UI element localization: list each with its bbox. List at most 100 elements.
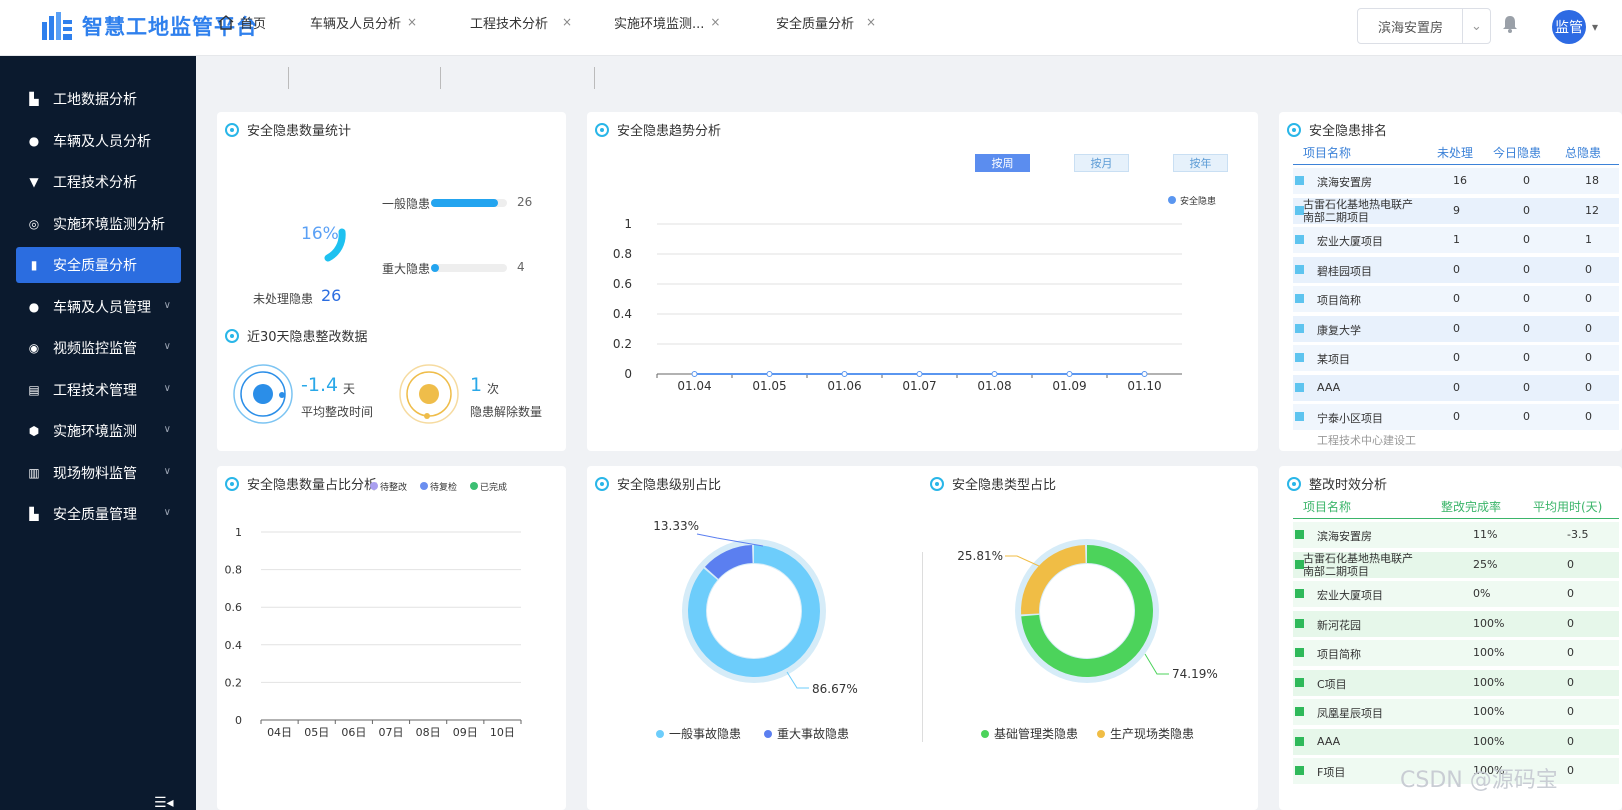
card-title: 安全隐患趋势分析 (595, 120, 721, 139)
sidebar-item-3[interactable]: ◎ 实施环境监测分析 (16, 206, 181, 242)
home-icon (218, 14, 234, 30)
legend-label: 生产现场类隐患 (1110, 727, 1194, 741)
unprocessed-value: 26 (321, 286, 342, 305)
tab-env-monitor[interactable]: 实施环境监测... × (614, 5, 732, 39)
caret-down-icon[interactable]: ▾ (1592, 20, 1598, 34)
slice-label: 86.67% (812, 682, 858, 696)
table-row[interactable]: AAA 0 0 0 (1293, 374, 1619, 401)
person-icon: ● (28, 133, 40, 148)
table-row[interactable]: 宁泰小区项目 0 0 0 (1293, 404, 1619, 430)
watermark: CSDN @源码宝 (1400, 768, 1558, 793)
table-row[interactable]: 某项目 0 0 0 (1293, 345, 1619, 371)
row-marker (1295, 677, 1304, 687)
sidebar-item-2[interactable]: ▼ 工程技术分析 (16, 164, 181, 200)
donut-charts: 13.33% 86.67% 一般事故隐患 重大事故隐患 25.81% 74.19% 基础管理… (653, 519, 1218, 741)
tab-safety-quality[interactable]: 安全质量分析 × (756, 5, 892, 39)
sidebar-item-8[interactable]: ⬢ 实施环境监测 ∨ (16, 413, 181, 449)
row-marker (1295, 736, 1304, 746)
sidebar-item-0[interactable]: ▙ 工地数据分析 (16, 81, 181, 117)
table-row[interactable]: 新河花园 100% 0 (1293, 610, 1619, 637)
table-row[interactable]: AAA 100% 0 (1293, 728, 1619, 755)
x-tick-label: 09日 (453, 726, 478, 739)
bar-chart-icon: ▮ (30, 258, 38, 272)
tab-tech-analysis[interactable]: 工程技术分析 × (470, 5, 580, 39)
table-row[interactable]: 滨海安置房 16 0 18 (1293, 168, 1619, 194)
building-icon: ▙ (29, 92, 39, 106)
tab-divider (440, 67, 441, 89)
table-row[interactable]: 碧桂园项目 0 0 0 (1293, 256, 1619, 283)
sidebar-item-10[interactable]: ▙ 安全质量管理 ∨ (16, 496, 181, 532)
card-title: 整改时效分析 (1287, 474, 1387, 493)
sidebar-item-label: 视频监控监管 (53, 341, 137, 357)
tab-label: 安全质量分析 (776, 16, 855, 32)
clock-ring-icon (233, 364, 293, 424)
leader-line (786, 671, 809, 689)
period-month-button[interactable]: 按月 (1074, 154, 1129, 172)
chevron-down-icon: ∨ (163, 424, 171, 435)
sidebar-item-9[interactable]: ▥ 现场物料监管 ∨ (16, 455, 181, 491)
card-title-text: 安全隐患数量统计 (247, 124, 352, 139)
table-row[interactable]: C项目 100% 0 (1293, 669, 1619, 696)
donut-hole (1040, 564, 1134, 658)
target-icon: ◎ (28, 216, 40, 231)
x-tick-label: 08日 (416, 726, 441, 739)
sidebar-item-5[interactable]: ● 车辆及人员管理 ∨ (16, 289, 181, 325)
close-icon[interactable]: × (866, 15, 876, 29)
sidebar-item-label: 现场物料监管 (53, 465, 137, 482)
period-week-button[interactable]: 按周 (975, 154, 1030, 172)
total-cell: 0 (1585, 292, 1592, 305)
table-row[interactable]: 滨海安置房 11% -3.5 (1293, 522, 1619, 548)
period-year-button[interactable]: 按年 (1173, 154, 1228, 172)
row-marker (1295, 648, 1304, 657)
project-name: 新河花园 (1317, 618, 1361, 632)
project-name: AAA (1317, 380, 1341, 394)
table-row[interactable]: 凤凰星辰项目 100% 0 (1293, 699, 1619, 725)
y-tick-label: 0.8 (225, 564, 243, 577)
sidebar-item-label: 工地数据分析 (53, 92, 137, 108)
sidebar-item-label: 工程技术管理 (53, 382, 137, 399)
tab-vehicle-analysis[interactable]: 车辆及人员分析 × (310, 5, 428, 39)
list-item-partial: 工程技术中心建设工 (1293, 430, 1619, 451)
table-row[interactable]: 康复大学 0 0 0 (1293, 315, 1619, 342)
table-row[interactable]: 古雷石化基地热电联产南部二期项目 25% 0 (1293, 551, 1619, 578)
project-select[interactable]: 滨海安置房 ⌄ (1357, 8, 1491, 44)
clear-count-value: 1 (470, 374, 483, 396)
y-tick-label: 0.6 (613, 277, 632, 291)
slice-label: 74.19% (1172, 667, 1218, 681)
row-marker (1295, 353, 1304, 362)
project-name: 古雷石化基地热电联产南部二期项目 (1303, 197, 1413, 224)
completion-rate-cell: 100% (1473, 616, 1505, 630)
sidebar-item-7[interactable]: ▤ 工程技术管理 ∨ (16, 372, 181, 408)
table-row[interactable]: 古雷石化基地热电联产南部二期项目 9 0 12 (1293, 197, 1619, 224)
table-row[interactable]: 宏业大厦项目 0% 0 (1293, 581, 1619, 607)
tab-home[interactable]: 首页 (218, 5, 290, 39)
table-row[interactable]: 项目简称 100% 0 (1293, 640, 1619, 666)
avatar[interactable]: 监管 (1552, 10, 1586, 44)
sidebar-item-4[interactable]: ▮ 安全质量分析 (16, 247, 181, 283)
legend-marker (420, 482, 428, 490)
sidebar-item-1[interactable]: ● 车辆及人员分析 (16, 123, 181, 159)
unprocessed-label: 未处理隐患 (253, 292, 314, 306)
close-icon[interactable]: × (407, 15, 417, 29)
col-header-unprocessed: 未处理 (1437, 146, 1474, 160)
col-header-name: 项目名称 (1303, 146, 1352, 160)
bell-icon[interactable] (1502, 14, 1518, 34)
close-icon[interactable]: × (710, 15, 720, 29)
today-cell: 0 (1523, 233, 1530, 246)
card-title-text: 安全隐患排名 (1309, 124, 1388, 139)
close-icon[interactable]: × (562, 15, 572, 29)
table-row[interactable]: 宏业大厦项目 1 0 1 (1293, 227, 1619, 253)
row-marker (1295, 412, 1304, 421)
card-title: 安全隐患排名 (1287, 120, 1387, 139)
clear-count-label: 隐患解除数量 (470, 405, 543, 419)
x-tick-label: 04日 (267, 726, 292, 739)
row-marker (1295, 530, 1304, 539)
sidebar-item-6[interactable]: ◉ 视频监控监管 ∨ (16, 330, 181, 366)
header-divider (1293, 164, 1619, 165)
table-row[interactable]: 项目简称 0 0 0 (1293, 286, 1619, 312)
chevron-down-icon: ∨ (163, 341, 171, 352)
completion-rate-cell: 100% (1473, 705, 1505, 718)
menu-collapse-icon[interactable]: ☰◂ (154, 795, 174, 810)
x-tick-label: 07日 (379, 726, 404, 739)
legend-label: 待整改 (380, 481, 407, 493)
